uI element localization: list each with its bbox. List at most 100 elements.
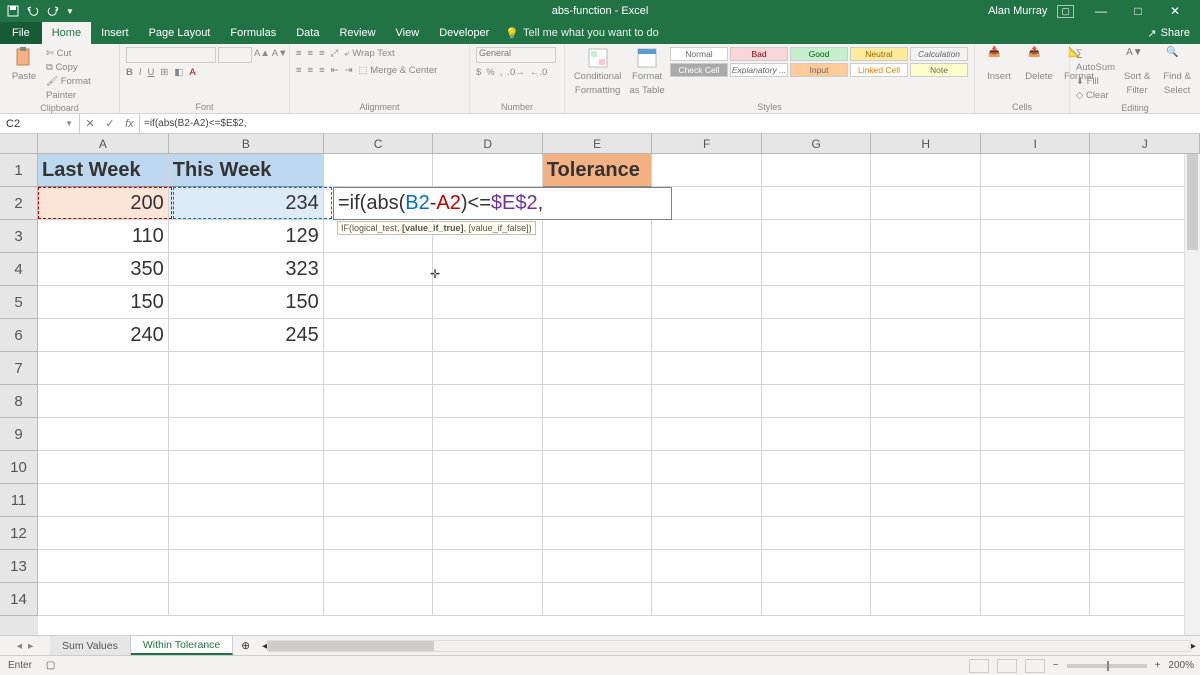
cell-B1[interactable]: This Week (169, 154, 324, 187)
cell-A10[interactable] (38, 451, 169, 484)
cell-F4[interactable] (652, 253, 762, 286)
autosum-button[interactable]: ∑ AutoSum (1076, 47, 1115, 75)
cell-E14[interactable] (543, 583, 653, 616)
cell-B3[interactable]: 129 (169, 220, 324, 253)
cell-I8[interactable] (981, 385, 1091, 418)
increase-font-icon[interactable]: A▲ (254, 47, 270, 63)
cell-F7[interactable] (652, 352, 762, 385)
underline-button[interactable]: U (148, 66, 155, 80)
style-swatch-input[interactable]: Input (790, 63, 848, 77)
cell-I11[interactable] (981, 484, 1091, 517)
cell-A4[interactable]: 350 (38, 253, 169, 286)
cell-I5[interactable] (981, 286, 1091, 319)
tab-insert[interactable]: Insert (91, 22, 139, 44)
new-sheet-button[interactable]: ⊕ (233, 636, 258, 655)
cell-G2[interactable] (762, 187, 872, 220)
minimize-button[interactable]: — (1084, 4, 1118, 18)
tab-home[interactable]: Home (42, 22, 91, 44)
cell-C1[interactable] (324, 154, 434, 187)
cell-editor[interactable]: =if(abs(B2-A2)<=$E$2, (333, 187, 672, 220)
cut-button[interactable]: ✄ Cut (46, 47, 113, 61)
cell-A8[interactable] (38, 385, 169, 418)
cell-H12[interactable] (871, 517, 981, 550)
cell-H8[interactable] (871, 385, 981, 418)
cell-C9[interactable] (324, 418, 434, 451)
cell-B5[interactable]: 150 (169, 286, 324, 319)
cell-A7[interactable] (38, 352, 169, 385)
cell-A5[interactable]: 150 (38, 286, 169, 319)
row-header-9[interactable]: 9 (0, 418, 38, 451)
style-swatch-linked-cell[interactable]: Linked Cell (850, 63, 908, 77)
cell-A9[interactable] (38, 418, 169, 451)
tab-view[interactable]: View (386, 22, 430, 44)
cell-I14[interactable] (981, 583, 1091, 616)
cell-H4[interactable] (871, 253, 981, 286)
cell-B11[interactable] (169, 484, 324, 517)
cell-H7[interactable] (871, 352, 981, 385)
row-header-14[interactable]: 14 (0, 583, 38, 616)
cell-E8[interactable] (543, 385, 653, 418)
chevron-left-icon[interactable]: ◂ (17, 640, 22, 652)
tab-data[interactable]: Data (286, 22, 329, 44)
cell-G6[interactable] (762, 319, 872, 352)
cell-E3[interactable] (543, 220, 653, 253)
macro-rec-icon[interactable]: ▢ (40, 660, 61, 671)
cell-A13[interactable] (38, 550, 169, 583)
worksheet-grid[interactable]: ABCDEFGHIJ 1234567891011121314 Last Week… (0, 134, 1200, 635)
clear-button[interactable]: ◇ Clear (1076, 89, 1115, 103)
style-swatch-neutral[interactable]: Neutral (850, 47, 908, 61)
style-swatch-note[interactable]: Note (910, 63, 968, 77)
cell-F6[interactable] (652, 319, 762, 352)
cell-B4[interactable]: 323 (169, 253, 324, 286)
cell-I6[interactable] (981, 319, 1091, 352)
cell-G9[interactable] (762, 418, 872, 451)
formula-input[interactable]: =if(abs(B2-A2)<=$E$2, (140, 114, 1200, 133)
cell-A3[interactable]: 110 (38, 220, 169, 253)
cell-I7[interactable] (981, 352, 1091, 385)
cell-D1[interactable] (433, 154, 543, 187)
number-format-select[interactable]: General (476, 47, 556, 63)
conditional-formatting-button[interactable]: Conditional Formatting (571, 47, 624, 98)
fill-button[interactable]: ⬇ Fill (1076, 75, 1115, 89)
cell-A1[interactable]: Last Week (38, 154, 169, 187)
cell-C7[interactable] (324, 352, 434, 385)
cell-D4[interactable] (433, 253, 543, 286)
cell-I1[interactable] (981, 154, 1091, 187)
cell-B7[interactable] (169, 352, 324, 385)
row-header-11[interactable]: 11 (0, 484, 38, 517)
sheet-nav[interactable]: ◂▸ (0, 636, 50, 655)
cell-B10[interactable] (169, 451, 324, 484)
cell-G1[interactable] (762, 154, 872, 187)
row-header-2[interactable]: 2 (0, 187, 38, 220)
cell-I9[interactable] (981, 418, 1091, 451)
align-bot-icon[interactable]: ≡ (319, 47, 325, 61)
cell-H14[interactable] (871, 583, 981, 616)
maximize-button[interactable]: □ (1121, 4, 1155, 18)
italic-button[interactable]: I (139, 66, 142, 80)
cell-D12[interactable] (433, 517, 543, 550)
view-normal-button[interactable] (969, 659, 989, 673)
col-header-A[interactable]: A (38, 134, 169, 154)
cell-E1[interactable]: Tolerance (543, 154, 653, 187)
cell-D10[interactable] (433, 451, 543, 484)
cell-H13[interactable] (871, 550, 981, 583)
font-color-button[interactable]: A (189, 66, 195, 80)
enter-icon[interactable]: ✓ (105, 117, 114, 130)
zoom-out-button[interactable]: − (1053, 660, 1059, 671)
cell-D7[interactable] (433, 352, 543, 385)
cell-F9[interactable] (652, 418, 762, 451)
wrap-text-button[interactable]: ⤶ Wrap Text (344, 47, 394, 61)
copy-button[interactable]: ⧉ Copy (46, 61, 113, 75)
cell-C8[interactable] (324, 385, 434, 418)
cell-G3[interactable] (762, 220, 872, 253)
cells-area[interactable]: Last WeekThis WeekTolerance2002341101293… (38, 154, 1200, 635)
row-header-7[interactable]: 7 (0, 352, 38, 385)
cell-F1[interactable] (652, 154, 762, 187)
cell-E5[interactable] (543, 286, 653, 319)
row-header-1[interactable]: 1 (0, 154, 38, 187)
cell-G8[interactable] (762, 385, 872, 418)
cell-C4[interactable] (324, 253, 434, 286)
row-header-6[interactable]: 6 (0, 319, 38, 352)
sort-filter-button[interactable]: A▼Sort & Filter (1119, 47, 1155, 98)
cell-B8[interactable] (169, 385, 324, 418)
